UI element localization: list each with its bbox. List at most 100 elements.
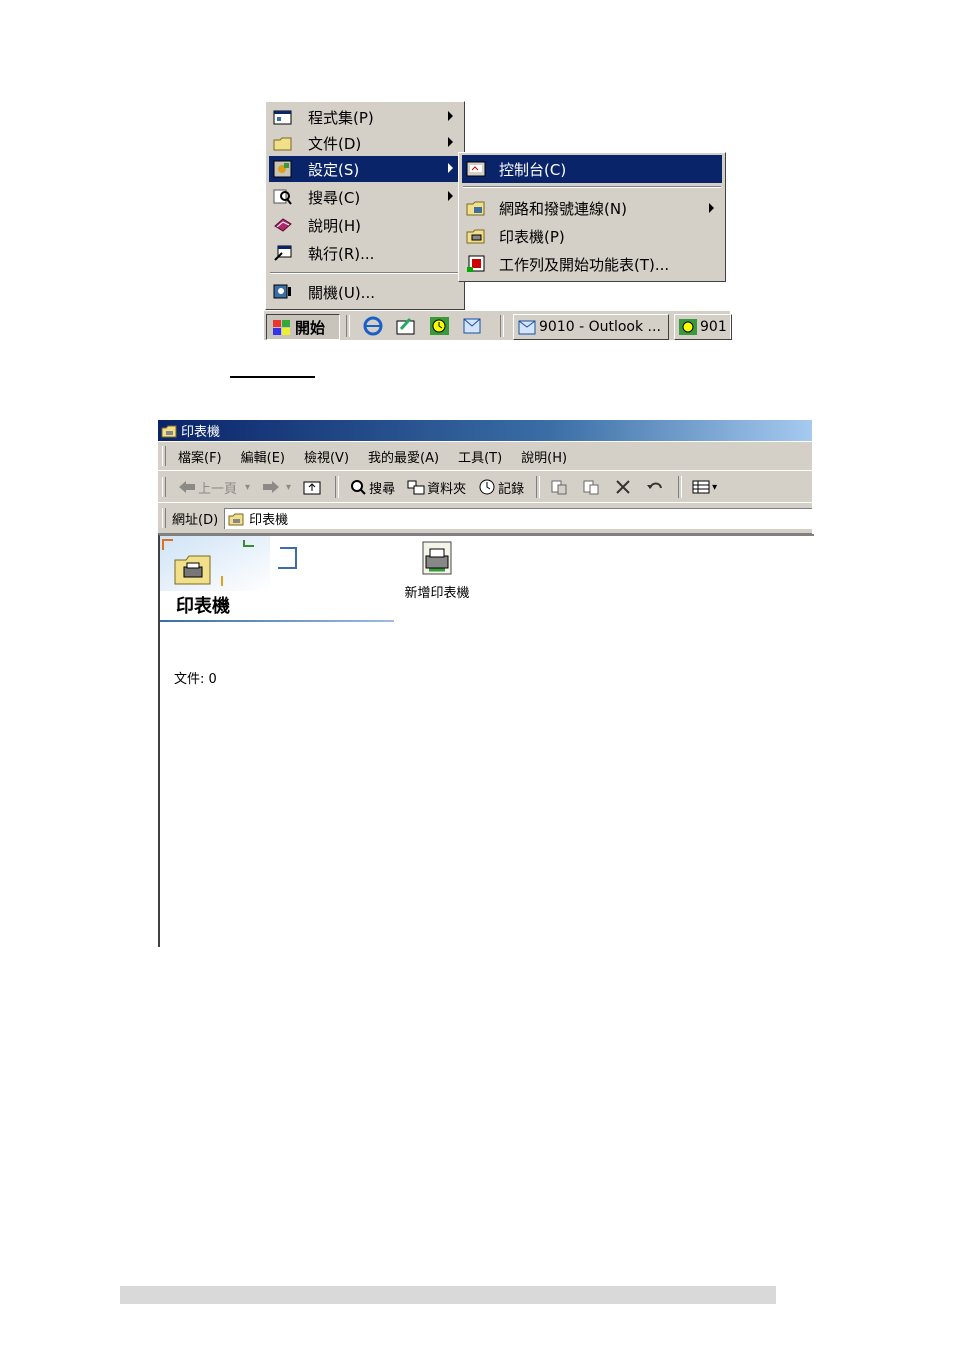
printers-folder-icon: [465, 226, 487, 246]
outlook-express-icon[interactable]: [395, 316, 417, 336]
menu-help[interactable]: 說明(H): [521, 447, 567, 466]
internet-explorer-icon[interactable]: [362, 316, 384, 336]
menu-item-shutdown[interactable]: 關機(U)...: [269, 279, 461, 305]
back-arrow-icon: [178, 478, 196, 496]
delete-button[interactable]: [614, 478, 634, 496]
up-folder-button[interactable]: [303, 478, 323, 496]
menu-item-search[interactable]: 搜尋(C): [269, 184, 461, 210]
printers-folder-icon: [228, 512, 244, 526]
start-button[interactable]: 開始: [266, 314, 340, 340]
settings-submenu: 控制台(C) 網路和撥號連線(N) 印表機(P) 工作列及開始功能表(T)...: [458, 152, 726, 282]
dropdown-caret-icon: ▾: [286, 481, 292, 493]
document-count: 文件: 0: [174, 672, 217, 687]
address-label: 網址(D): [172, 512, 219, 528]
menu-item-help[interactable]: 說明(H): [269, 212, 461, 238]
toolbar-separator: [335, 476, 340, 498]
menu-item-label: 說明(H): [308, 216, 361, 235]
shutdown-icon: [272, 282, 294, 302]
menu-favorites[interactable]: 我的最愛(A): [368, 447, 439, 466]
submenu-arrow-icon: [448, 137, 453, 147]
back-button[interactable]: 上一頁 ▾: [178, 478, 250, 497]
toolbar-separator: [536, 476, 541, 498]
toolbar-grip[interactable]: [162, 508, 166, 528]
menu-item-label: 設定(S): [308, 160, 360, 179]
menu-file[interactable]: 檔案(F): [178, 447, 222, 466]
menu-item-label: 文件(D): [308, 134, 362, 153]
window-title: 印表機: [181, 425, 221, 440]
menu-bar: 檔案(F) 編輯(E) 檢視(V) 我的最愛(A) 工具(T) 說明(H): [158, 442, 812, 471]
taskbar-settings-icon: [465, 254, 487, 274]
submenu-arrow-icon: [448, 163, 453, 173]
toolbar-grip[interactable]: [162, 446, 166, 466]
add-printer-icon: [419, 540, 455, 578]
menu-item-programs[interactable]: 程式集(P): [269, 104, 461, 130]
submenu-item-network[interactable]: 網路和撥號連線(N): [462, 194, 722, 222]
views-grid-icon: [692, 478, 710, 496]
add-printer-item[interactable]: 新增印表機: [396, 540, 478, 601]
submenu-arrow-icon: [709, 203, 714, 213]
history-label: 記錄: [498, 481, 525, 497]
submenu-arrow-icon: [448, 191, 453, 201]
menu-item-run[interactable]: 執行(R)...: [269, 240, 461, 266]
taskbar-separator: [500, 315, 504, 337]
undo-icon: [646, 478, 664, 496]
toolbar-separator: [678, 476, 683, 498]
folder-content: 印表機 文件: 0 新增印表機: [158, 534, 814, 947]
submenu-item-printers[interactable]: 印表機(P): [462, 222, 722, 250]
address-input[interactable]: 印表機: [224, 507, 812, 529]
settings-icon: [272, 159, 294, 179]
menu-item-documents[interactable]: 文件(D): [269, 130, 461, 156]
start-menu: 程式集(P) 文件(D) 設定(S) 搜尋(C) 說明(H) 執行(R)...: [265, 101, 465, 310]
taskbar: 開始 9010 - Outlook ... 901: [264, 310, 732, 340]
outlook-icon[interactable]: [461, 316, 483, 336]
menu-separator: [463, 186, 721, 188]
forward-button[interactable]: ▾: [262, 478, 291, 496]
menu-edit[interactable]: 編輯(E): [241, 447, 285, 466]
folders-icon: [407, 478, 425, 496]
undo-button[interactable]: [646, 478, 666, 496]
task-label: 901: [700, 319, 727, 335]
history-button[interactable]: 記錄: [478, 478, 524, 497]
heading-underline: [160, 620, 394, 622]
printers-folder-icon: [161, 424, 177, 438]
history-icon: [478, 478, 496, 496]
views-button[interactable]: ▾: [692, 478, 717, 496]
folders-button[interactable]: 資料夾: [407, 478, 466, 497]
search-icon: [272, 187, 294, 207]
search-label: 搜尋: [369, 481, 396, 497]
network-connections-icon: [465, 198, 487, 218]
footer-bar: [120, 1286, 776, 1304]
move-to-icon: [550, 478, 568, 496]
task-button-clock[interactable]: 901: [674, 314, 732, 340]
dropdown-caret-icon: ▾: [712, 481, 718, 493]
address-bar: 網址(D) 印表機: [158, 502, 812, 534]
underline-mark: [230, 376, 315, 378]
control-panel-icon: [465, 159, 487, 179]
dropdown-caret-icon: ▾: [245, 481, 251, 493]
menu-view[interactable]: 檢視(V): [304, 447, 349, 466]
submenu-item-label: 網路和撥號連線(N): [499, 199, 627, 218]
start-label: 開始: [295, 318, 326, 337]
add-printer-label: 新增印表機: [404, 586, 470, 601]
menu-tools[interactable]: 工具(T): [458, 447, 502, 466]
submenu-item-control-panel[interactable]: 控制台(C): [462, 155, 722, 183]
toolbar-grip[interactable]: [162, 477, 166, 497]
task-label: 9010 - Outlook ...: [539, 319, 661, 335]
window-titlebar[interactable]: 印表機: [158, 420, 812, 441]
programs-icon: [272, 107, 294, 127]
submenu-item-taskbar[interactable]: 工作列及開始功能表(T)...: [462, 250, 722, 278]
clock-app-icon: [678, 318, 698, 336]
search-button[interactable]: 搜尋: [349, 478, 395, 497]
task-button-outlook[interactable]: 9010 - Outlook ...: [513, 314, 669, 340]
clock-app-icon[interactable]: [429, 316, 451, 336]
menu-item-settings[interactable]: 設定(S): [269, 156, 461, 182]
submenu-item-label: 印表機(P): [499, 227, 565, 246]
copy-to-icon: [582, 478, 600, 496]
menu-item-label: 執行(R)...: [308, 244, 375, 263]
back-label: 上一頁: [198, 481, 238, 497]
up-folder-icon: [303, 478, 321, 496]
copy-to-button[interactable]: [582, 478, 602, 496]
submenu-item-label: 控制台(C): [499, 160, 567, 179]
folder-heading: 印表機: [176, 596, 230, 617]
move-to-button[interactable]: [550, 478, 570, 496]
